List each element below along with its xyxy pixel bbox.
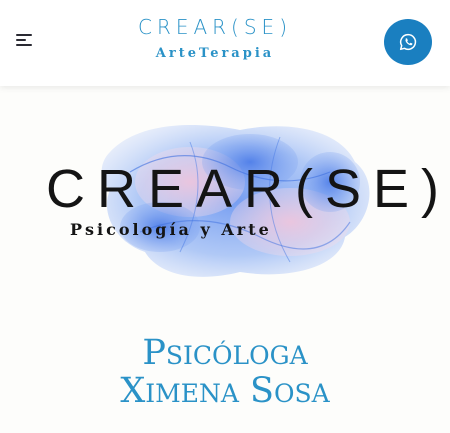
whatsapp-icon [399, 33, 417, 51]
menu-icon-bar [16, 44, 32, 46]
brand-logo-link[interactable]: CREAR(SE) ArteTerapia [120, 12, 310, 66]
hero-logo: CREAR(SE) Psicología y Arte [40, 112, 450, 284]
page-title-line1: Psicóloga [142, 333, 308, 373]
brand-title: CREAR(SE) [137, 15, 292, 39]
brand-subtitle: ArteTerapia [155, 46, 275, 61]
menu-button[interactable] [16, 34, 34, 50]
menu-icon-bar [16, 39, 26, 41]
page-title: Psicóloga Ximena Sosa [0, 334, 450, 410]
menu-icon-bar [16, 34, 32, 36]
hero-logo-title: CREAR(SE) [46, 159, 450, 219]
page-title-line2: Ximena Sosa [120, 371, 330, 411]
site-header: CREAR(SE) ArteTerapia [0, 0, 450, 86]
hero-logo-subtitle: Psicología y Arte [70, 220, 272, 239]
whatsapp-button[interactable] [384, 19, 432, 65]
